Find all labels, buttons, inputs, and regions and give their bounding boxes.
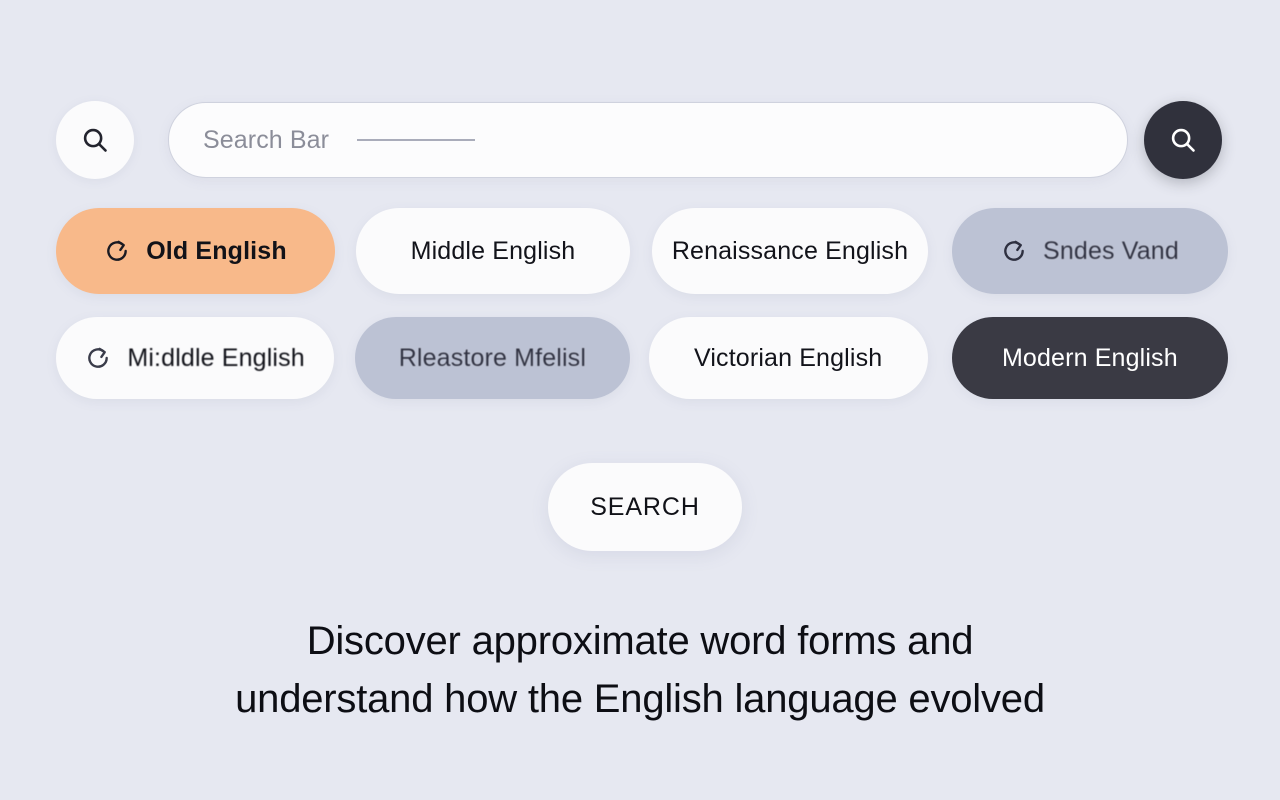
- era-chip-row-1: Old English Middle English Renaissance E…: [56, 208, 1228, 294]
- chip-sndes-vand[interactable]: Sndes Vand: [951, 208, 1228, 294]
- tagline-line-2: understand how the English language evol…: [235, 677, 1045, 721]
- search-field-divider: [357, 139, 476, 141]
- chip-label: Sndes Vand: [1043, 236, 1179, 265]
- chip-label: Mi:dldle English: [127, 343, 305, 372]
- refresh-icon: [107, 240, 128, 261]
- chip-label: Victorian English: [693, 343, 883, 372]
- search-cta-label: SEARCH: [590, 492, 700, 521]
- refresh-icon: [88, 347, 109, 368]
- chip-rleastore-mfelisl[interactable]: Rleastore Mfelisl: [355, 317, 630, 399]
- chip-label: Renaissance English: [671, 236, 909, 265]
- search-input[interactable]: Search Bar: [203, 126, 329, 155]
- chip-label: Rleastore Mfelisl: [398, 343, 587, 372]
- chip-renaissance-english[interactable]: Renaissance English: [651, 208, 928, 294]
- search-icon: [83, 128, 107, 152]
- era-chip-row-2: Mi:dldle English Rleastore Mfelisl Victo…: [56, 317, 1228, 399]
- chip-label: Modern English: [1001, 343, 1178, 372]
- search-submit-button[interactable]: [1144, 101, 1222, 179]
- chip-label: Middle English: [410, 236, 576, 265]
- chip-label: Old English: [146, 236, 287, 265]
- tagline: Discover approximate word forms and unde…: [0, 612, 1280, 728]
- tagline-line-1: Discover approximate word forms and: [306, 619, 974, 663]
- chip-modern-english[interactable]: Modern English: [951, 317, 1228, 399]
- chip-victorian-english[interactable]: Victorian English: [648, 317, 928, 399]
- search-cta-button[interactable]: SEARCH: [548, 463, 742, 551]
- search-row: Search Bar: [56, 100, 1240, 180]
- search-icon: [1171, 128, 1195, 152]
- search-icon-button-left[interactable]: [56, 101, 134, 179]
- refresh-icon: [1004, 240, 1024, 261]
- chip-old-english[interactable]: Old English: [56, 208, 335, 294]
- search-input-container[interactable]: Search Bar: [168, 102, 1128, 178]
- chip-middle-english-duplicate[interactable]: Mi:dldle English: [56, 317, 335, 399]
- chip-middle-english[interactable]: Middle English: [355, 208, 630, 294]
